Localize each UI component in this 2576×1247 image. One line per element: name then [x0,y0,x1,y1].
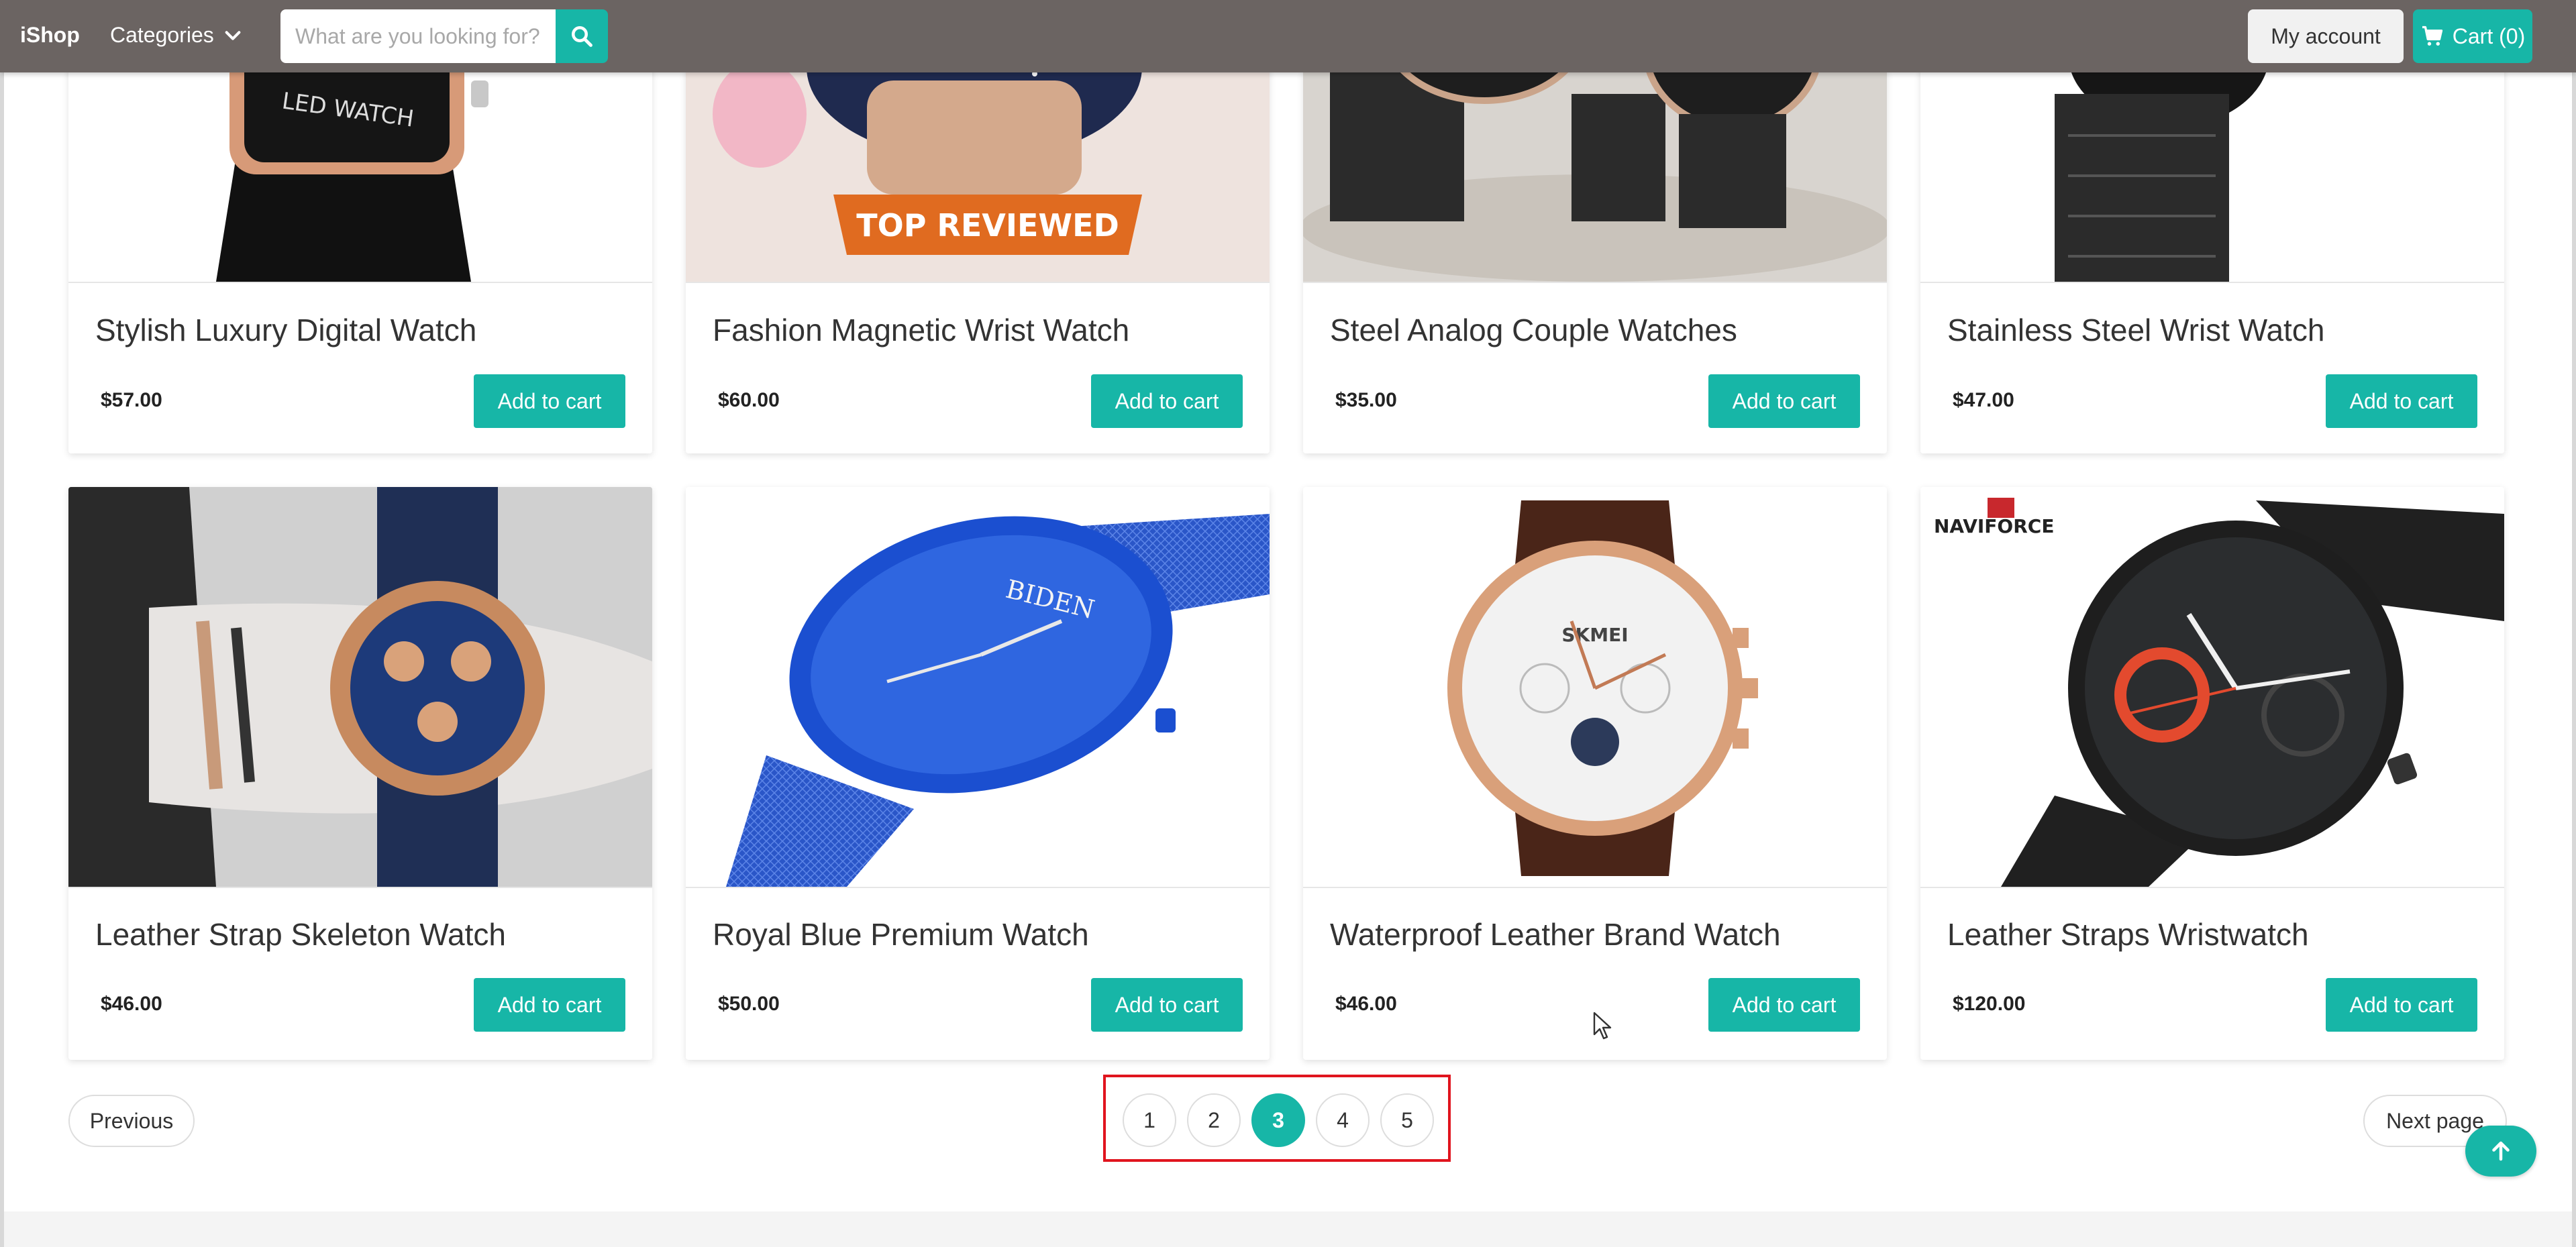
page-2-button[interactable]: 2 [1187,1093,1241,1147]
product-title[interactable]: Leather Strap Skeleton Watch [95,916,506,953]
product-title[interactable]: Royal Blue Premium Watch [713,916,1089,953]
product-price: $60.00 [718,389,780,411]
product-card: BIDEN Royal Blue Premium Watch $50.00 Ad… [686,487,1270,1060]
product-title[interactable]: Steel Analog Couple Watches [1330,312,1737,348]
add-to-cart-button[interactable]: Add to cart [1708,978,1860,1032]
product-price: $46.00 [101,993,162,1015]
product-image[interactable]: BIDEN [686,487,1270,888]
product-image[interactable]: SKMEI [1303,487,1887,888]
search-icon [572,26,593,47]
product-title[interactable]: Fashion Magnetic Wrist Watch [713,312,1129,348]
scroll-to-top-button[interactable] [2465,1126,2536,1177]
cart-button[interactable]: Cart (0) [2413,9,2532,63]
product-card: NAVIFORCE Leather Straps Wristwatch $120… [1920,487,2504,1060]
page-5-button[interactable]: 5 [1380,1093,1434,1147]
search-input[interactable] [280,9,556,63]
product-title[interactable]: Leather Straps Wristwatch [1947,916,2309,953]
product-price: $47.00 [1953,389,2014,411]
cart-icon [2422,25,2442,46]
mouse-cursor-icon [1593,1012,1612,1040]
product-price: $50.00 [718,993,780,1015]
add-to-cart-button[interactable]: Add to cart [1708,374,1860,428]
add-to-cart-button[interactable]: Add to cart [1091,978,1243,1032]
product-card: Leather Strap Skeleton Watch $46.00 Add … [68,487,652,1060]
product-image[interactable]: NAVIFORCE [1920,487,2504,888]
watch-image: BIDEN [726,514,1270,887]
page-3-button[interactable]: 3 [1251,1093,1305,1147]
search-button[interactable] [556,9,608,63]
add-to-cart-button[interactable]: Add to cart [2326,374,2477,428]
search-bar [280,9,608,63]
product-price: $46.00 [1335,993,1397,1015]
product-price: $57.00 [101,389,162,411]
watch-image: SKMEI [1447,500,1758,876]
svg-text:NAVIFORCE: NAVIFORCE [1934,515,2054,537]
previous-page-button[interactable]: Previous [68,1095,195,1147]
add-to-cart-button[interactable]: Add to cart [474,978,625,1032]
product-price: $120.00 [1953,993,2026,1015]
page-1-button[interactable]: 1 [1123,1093,1176,1147]
add-to-cart-button[interactable]: Add to cart [1091,374,1243,428]
watch-image [68,487,652,887]
page-4-button[interactable]: 4 [1316,1093,1370,1147]
svg-text:TOP REVIEWED: TOP REVIEWED [856,207,1119,243]
product-title[interactable]: Stylish Luxury Digital Watch [95,312,476,348]
footer-strip [4,1211,2572,1247]
categories-label: Categories [110,23,214,47]
add-to-cart-button[interactable]: Add to cart [474,374,625,428]
product-price: $35.00 [1335,389,1397,411]
product-title[interactable]: Stainless Steel Wrist Watch [1947,312,2324,348]
product-card: SKMEI Waterproof Leather Brand Watch $46… [1303,487,1887,1060]
add-to-cart-button[interactable]: Add to cart [2326,978,2477,1032]
watch-image: NAVIFORCE [1934,498,2504,887]
categories-dropdown[interactable]: Categories [110,23,242,48]
top-navbar: iShop Categories My account Cart (0) [0,0,2576,72]
chevron-down-icon [225,30,241,40]
svg-text:SKMEI: SKMEI [1561,624,1628,646]
cart-label: Cart (0) [2452,23,2526,48]
product-image[interactable] [68,487,652,888]
my-account-button[interactable]: My account [2248,9,2404,63]
product-title[interactable]: Waterproof Leather Brand Watch [1330,916,1781,953]
arrow-up-icon [2492,1141,2510,1161]
brand-logo[interactable]: iShop [20,23,80,48]
